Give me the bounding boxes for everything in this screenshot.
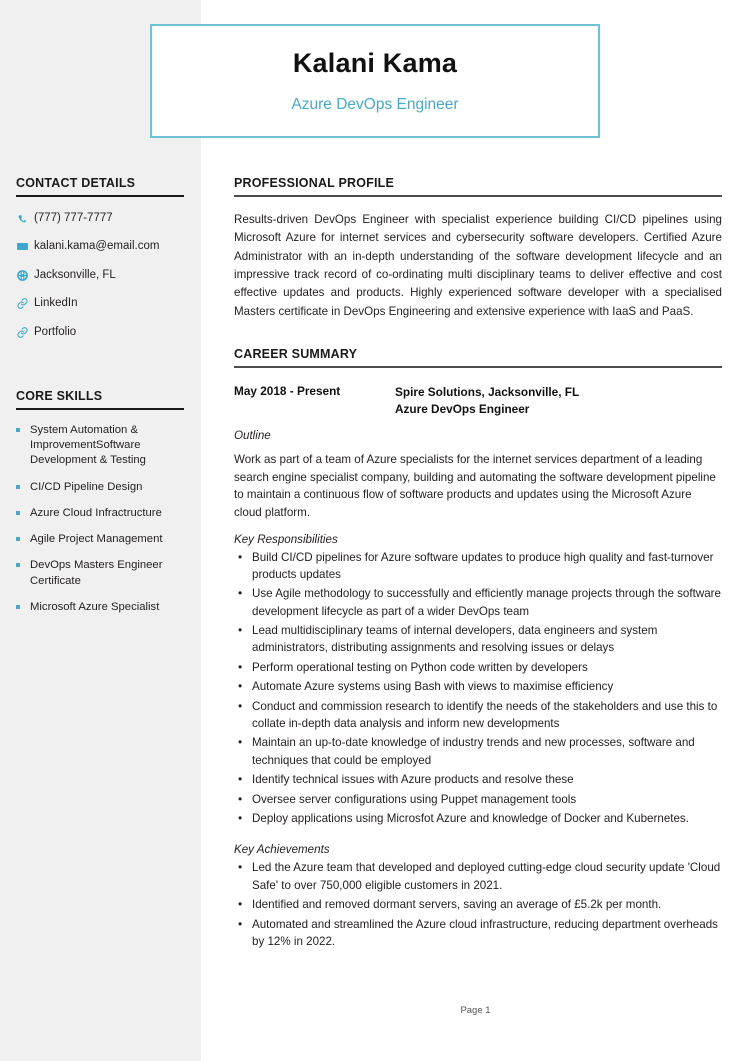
skill-label: System Automation & ImprovementSoftware … [30, 423, 146, 467]
list-item: Automated and streamlined the Azure clou… [234, 915, 722, 951]
portfolio-value: Portfolio [34, 325, 77, 338]
email-value: kalani.kama@email.com [34, 240, 160, 253]
list-item: Automate Azure systems using Bash with v… [234, 677, 722, 695]
main-content: PROFESSIONAL PROFILE Results-driven DevO… [234, 0, 722, 950]
skill-label: Microsoft Azure Specialist [30, 600, 160, 613]
key-responsibilities-label: Key Responsibilities [234, 532, 338, 546]
square-bullet-icon [16, 423, 30, 432]
list-item: Deploy applications using Microsfot Azur… [234, 809, 722, 827]
phone-value: (777) 777-7777 [34, 212, 113, 224]
list-item: Microsoft Azure Specialist [16, 600, 185, 615]
career-summary-heading: CAREER SUMMARY [234, 347, 722, 368]
contact-list: (777) 777-7777 kalani.kama@email.com Jac… [16, 211, 185, 339]
list-item: Lead multidisciplinary teams of internal… [234, 621, 722, 657]
job-company: Spire Solutions, Jacksonville, FL [395, 384, 580, 399]
sidebar: CONTACT DETAILS (777) 777-7777 kalani.ka… [0, 0, 201, 1061]
skill-label: CI/CD Pipeline Design [30, 480, 143, 493]
square-bullet-icon [16, 506, 30, 515]
square-bullet-icon [16, 532, 30, 542]
contact-item-location[interactable]: Jacksonville, FL [16, 268, 185, 282]
globe-icon [16, 269, 34, 282]
list-item: DevOps Masters Engineer Certificate [16, 558, 185, 589]
list-item: Agile Project Management [16, 532, 185, 547]
list-item: Identified and removed dormant servers, … [234, 895, 722, 913]
list-item: Use Agile methodology to successfully an… [234, 584, 722, 620]
list-item: Maintain an up-to-date knowledge of indu… [234, 733, 722, 769]
contact-item-portfolio[interactable]: Portfolio [16, 325, 185, 339]
skill-label: Agile Project Management [30, 533, 163, 546]
contact-item-linkedin[interactable]: LinkedIn [16, 296, 185, 310]
contact-details-heading: CONTACT DETAILS [16, 176, 184, 197]
list-item: Identify technical issues with Azure pro… [234, 770, 722, 788]
list-item: Conduct and commission research to ident… [234, 697, 722, 733]
job-dates: May 2018 - Present [234, 383, 341, 398]
core-skills-section: CORE SKILLS System Automation & Improvem… [16, 353, 185, 615]
link-icon [16, 326, 34, 339]
contact-item-phone[interactable]: (777) 777-7777 [16, 211, 185, 225]
phone-icon [16, 212, 34, 225]
key-responsibilities-list: Build CI/CD pipelines for Azure software… [234, 548, 722, 828]
linkedin-value: LinkedIn [34, 297, 78, 310]
skill-label: DevOps Masters Engineer Certificate [30, 559, 163, 587]
square-bullet-icon [16, 480, 30, 489]
square-bullet-icon [16, 558, 30, 568]
outline-text: Work as part of a team of Azure speciali… [234, 453, 716, 519]
list-item: System Automation & ImprovementSoftware … [16, 423, 185, 469]
core-skills-list: System Automation & ImprovementSoftware … [16, 423, 185, 615]
professional-profile-text: Results-driven DevOps Engineer with spec… [234, 213, 722, 318]
list-item: CI/CD Pipeline Design [16, 480, 185, 495]
key-achievements-label: Key Achievements [234, 843, 330, 857]
key-achievements-list: Led the Azure team that developed and de… [234, 858, 722, 951]
outline-label: Outline [234, 429, 271, 443]
envelope-icon [16, 240, 34, 253]
job-entry-header: May 2018 - Present Spire Solutions, Jack… [234, 384, 722, 418]
contact-item-email[interactable]: kalani.kama@email.com [16, 239, 185, 253]
job-company-role: Spire Solutions, Jacksonville, FL Azure … [395, 384, 579, 418]
square-bullet-icon [16, 600, 30, 609]
link-icon [16, 297, 34, 310]
list-item: Build CI/CD pipelines for Azure software… [234, 548, 722, 584]
list-item: Led the Azure team that developed and de… [234, 858, 722, 894]
page-number-footer: Page 1 [460, 1005, 491, 1016]
list-item: Azure Cloud Infractructure [16, 506, 185, 521]
core-skills-heading: CORE SKILLS [16, 389, 184, 410]
professional-profile-heading: PROFESSIONAL PROFILE [234, 176, 722, 197]
location-value: Jacksonville, FL [34, 268, 116, 281]
skill-label: Azure Cloud Infractructure [30, 506, 162, 519]
job-role: Azure DevOps Engineer [395, 401, 530, 416]
list-item: Oversee server configurations using Pupp… [234, 790, 722, 808]
list-item: Perform operational testing on Python co… [234, 658, 722, 676]
